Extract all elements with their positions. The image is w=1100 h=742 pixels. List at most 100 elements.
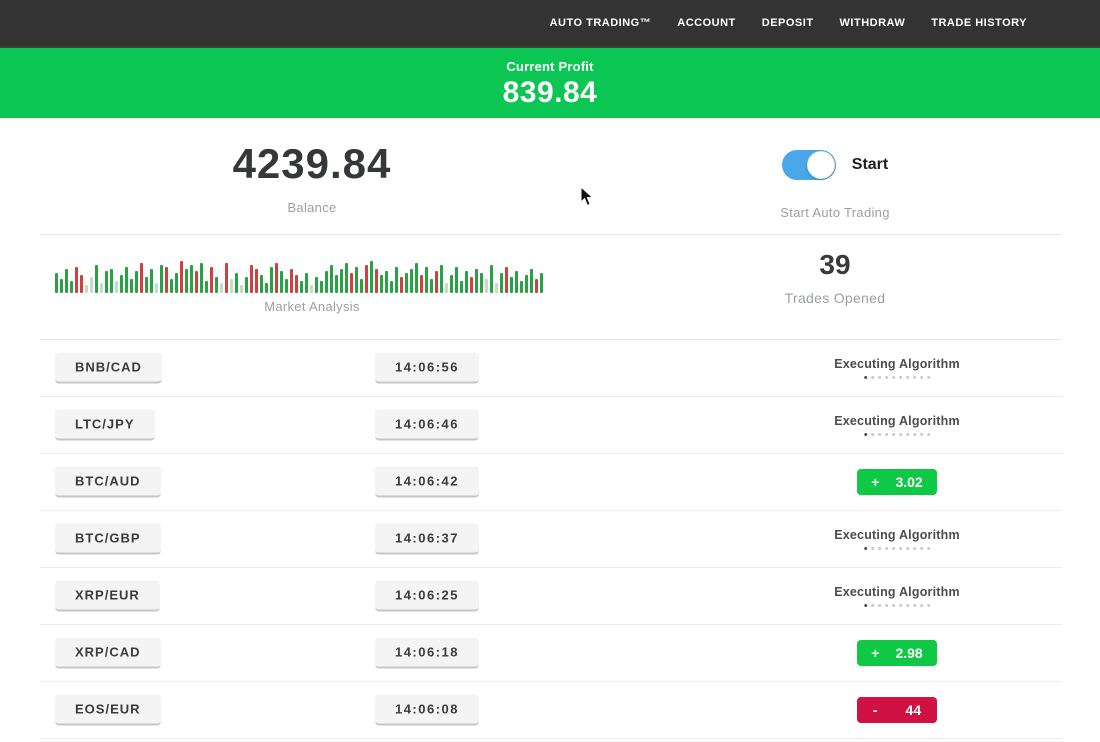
progress-dot xyxy=(899,547,902,550)
analysis-bar xyxy=(525,275,528,293)
analysis-bar xyxy=(445,283,448,293)
analysis-bar xyxy=(185,269,188,293)
analysis-bar xyxy=(230,279,233,293)
analysis-bar xyxy=(125,267,128,293)
market-analysis-bars xyxy=(55,257,543,293)
progress-dot xyxy=(906,604,909,607)
progress-dot xyxy=(927,433,930,436)
executing-algorithm-label: Executing Algorithm xyxy=(834,414,960,428)
trade-result-badge: +2.98 xyxy=(857,640,937,666)
progress-dot xyxy=(899,433,902,436)
analysis-bar xyxy=(115,281,118,293)
executing-progress-dots xyxy=(834,547,960,550)
analysis-bar xyxy=(405,273,408,293)
progress-dot xyxy=(927,376,930,379)
auto-trading-toggle-block: Start Start Auto Trading xyxy=(610,118,1060,220)
trade-row: BTC/GBP 14:06:37 Executing Algorithm xyxy=(40,511,1062,568)
trade-status-cell: Executing Algorithm xyxy=(834,528,960,550)
result-value: 3.02 xyxy=(895,474,922,490)
trade-status-cell: Executing Algorithm xyxy=(834,414,960,436)
analysis-bar xyxy=(335,275,338,293)
analysis-bar xyxy=(320,281,323,293)
progress-dot xyxy=(878,376,881,379)
analysis-bar xyxy=(145,277,148,293)
progress-dot xyxy=(864,376,867,379)
analysis-bar xyxy=(80,275,83,293)
analysis-bar xyxy=(200,263,203,293)
analysis-bar xyxy=(140,263,143,293)
progress-dot xyxy=(927,604,930,607)
trade-status-cell: +2.98 xyxy=(857,640,937,666)
trade-time-chip: 14:06:18 xyxy=(375,638,479,669)
analysis-bar xyxy=(175,273,178,293)
analysis-bar xyxy=(530,269,533,293)
analysis-bar xyxy=(495,283,498,293)
analysis-bar xyxy=(75,267,78,293)
pair-chip: XRP/CAD xyxy=(55,638,161,669)
nav-item-trade-history[interactable]: TRADE HISTORY xyxy=(931,17,1027,29)
pair-chip: XRP/EUR xyxy=(55,581,160,612)
analysis-bar xyxy=(280,271,283,293)
trade-time-chip: 14:06:46 xyxy=(375,410,479,441)
executing-progress-dots xyxy=(834,376,960,379)
trade-result-badge: +3.02 xyxy=(857,469,937,495)
progress-dot xyxy=(913,433,916,436)
progress-dot xyxy=(906,547,909,550)
analysis-bar xyxy=(415,263,418,293)
analysis-section: Market Analysis 39 Trades Opened xyxy=(0,235,1100,339)
nav-item-account[interactable]: ACCOUNT xyxy=(677,17,736,29)
analysis-bar xyxy=(255,269,258,293)
analysis-bar xyxy=(460,281,463,293)
analysis-bar xyxy=(130,279,133,293)
analysis-bar xyxy=(295,275,298,293)
trades-opened-label: Trades Opened xyxy=(610,290,1060,306)
analysis-bar xyxy=(205,281,208,293)
progress-dot xyxy=(892,376,895,379)
trade-time-chip: 14:06:37 xyxy=(375,524,479,555)
pair-chip: BTC/AUD xyxy=(55,467,161,498)
progress-dot xyxy=(878,433,881,436)
pair-chip: EOS/EUR xyxy=(55,695,161,726)
analysis-bar xyxy=(330,265,333,293)
analysis-bar xyxy=(340,269,343,293)
trade-row: LTC/JPY 14:06:46 Executing Algorithm xyxy=(40,397,1062,454)
analysis-bar xyxy=(265,283,268,293)
progress-dot xyxy=(871,433,874,436)
progress-dot xyxy=(899,604,902,607)
analysis-bar xyxy=(520,281,523,293)
executing-algorithm-label: Executing Algorithm xyxy=(834,357,960,371)
nav-item-deposit[interactable]: DEPOSIT xyxy=(762,17,814,29)
progress-dot xyxy=(899,376,902,379)
analysis-bar xyxy=(375,269,378,293)
nav-item-withdraw[interactable]: WITHDRAW xyxy=(840,17,906,29)
analysis-bar xyxy=(515,271,518,293)
trade-row: BTC/AUD 14:06:42 +3.02 xyxy=(40,454,1062,511)
trade-status-cell: Executing Algorithm xyxy=(834,585,960,607)
analysis-bar xyxy=(100,283,103,293)
progress-dot xyxy=(913,604,916,607)
analysis-bar xyxy=(370,261,373,293)
analysis-bar xyxy=(110,269,113,293)
progress-dot xyxy=(920,433,923,436)
analysis-bar xyxy=(155,283,158,293)
trade-time-chip: 14:06:08 xyxy=(375,695,479,726)
analysis-bar xyxy=(510,277,513,293)
trade-row: XRP/EUR 14:06:25 Executing Algorithm xyxy=(40,568,1062,625)
analysis-bar xyxy=(480,273,483,293)
current-profit-label: Current Profit xyxy=(0,59,1100,74)
toggle-label: Start xyxy=(852,156,888,174)
analysis-bar xyxy=(410,269,413,293)
progress-dot xyxy=(892,547,895,550)
analysis-bar xyxy=(485,279,488,293)
analysis-bar xyxy=(325,271,328,293)
analysis-bar xyxy=(465,271,468,293)
analysis-bar xyxy=(380,275,383,293)
trade-status-cell: +3.02 xyxy=(857,469,937,495)
analysis-bar xyxy=(300,281,303,293)
progress-dot xyxy=(906,433,909,436)
analysis-bar xyxy=(440,265,443,293)
progress-dot xyxy=(885,376,888,379)
nav-item-auto-trading[interactable]: AUTO TRADING™ xyxy=(550,17,652,29)
auto-trading-toggle[interactable] xyxy=(782,150,836,180)
analysis-bar xyxy=(355,267,358,293)
